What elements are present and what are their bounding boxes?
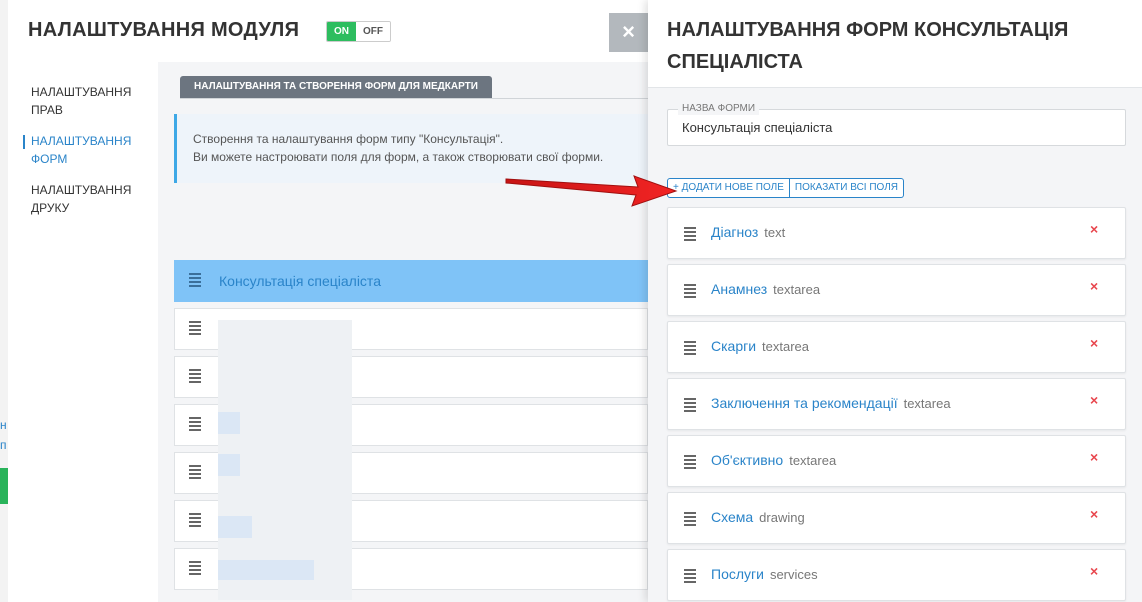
field-name[interactable]: Об'єктивно textarea	[711, 452, 836, 468]
show-all-fields-button[interactable]: ПОКАЗАТИ ВСІ ПОЛЯ	[789, 178, 904, 198]
module-on-off-toggle[interactable]: ON OFF	[326, 21, 391, 42]
drag-handle-icon[interactable]	[189, 513, 201, 529]
settings-side-nav: НАЛАШТУВАННЯ ПРАВ НАЛАШТУВАННЯ ФОРМ НАЛА…	[8, 62, 158, 602]
form-row-selected[interactable]: Консультація спеціаліста	[174, 260, 648, 302]
annotation-arrow-icon	[505, 175, 678, 207]
redacted-fragment	[218, 516, 252, 538]
form-name-field[interactable]: НАЗВА ФОРМИ	[667, 103, 1126, 146]
drag-handle-icon[interactable]	[189, 369, 201, 385]
redacted-fragment	[218, 412, 240, 434]
drag-handle-icon[interactable]	[189, 561, 201, 577]
drag-handle-icon[interactable]	[684, 398, 696, 412]
toggle-off[interactable]: OFF	[356, 22, 390, 41]
info-line-1: Створення та налаштування форм типу "Кон…	[193, 132, 504, 146]
module-title: НАЛАШТУВАННЯ МОДУЛЯ	[28, 19, 300, 41]
tab-divider	[180, 98, 648, 99]
form-row-label[interactable]: Консультація спеціаліста	[219, 273, 381, 289]
field-type: drawing	[759, 510, 805, 525]
field-name-text[interactable]: Послуги	[711, 566, 764, 582]
remove-field-icon[interactable]: ×	[1090, 563, 1098, 579]
drag-handle-icon[interactable]	[684, 512, 696, 526]
field-name[interactable]: Анамнез textarea	[711, 281, 820, 297]
module-header: НАЛАШТУВАННЯ МОДУЛЯ ON OFF ×	[8, 0, 648, 62]
field-type: textarea	[773, 282, 821, 297]
field-actions: + ДОДАТИ НОВЕ ПОЛЕ ПОКАЗАТИ ВСІ ПОЛЯ	[667, 178, 904, 198]
drag-handle-icon[interactable]	[684, 227, 696, 241]
drag-handle-icon[interactable]	[684, 341, 696, 355]
form-name-legend: НАЗВА ФОРМИ	[678, 103, 760, 115]
drag-handle-icon[interactable]	[189, 273, 201, 289]
module-settings-window: НАЛАШТУВАННЯ МОДУЛЯ ON OFF × НАЛАШТУВАНН…	[8, 0, 648, 602]
remove-field-icon[interactable]: ×	[1090, 221, 1098, 237]
add-field-button[interactable]: + ДОДАТИ НОВЕ ПОЛЕ	[667, 178, 790, 198]
remove-field-icon[interactable]: ×	[1090, 449, 1098, 465]
close-button[interactable]: ×	[609, 13, 648, 52]
redacted-form-names	[218, 320, 352, 600]
nav-item-forms[interactable]: НАЛАШТУВАННЯ ФОРМ	[23, 132, 151, 168]
field-row[interactable]: Скарги textarea ×	[667, 321, 1126, 373]
remove-field-icon[interactable]: ×	[1090, 506, 1098, 522]
field-name-text[interactable]: Діагноз	[711, 224, 758, 240]
close-icon: ×	[622, 19, 635, 44]
form-settings-drawer: НАЛАШТУВАННЯ ФОРМ КОНСУЛЬТАЦІЯ СПЕЦІАЛІС…	[648, 0, 1142, 602]
drag-handle-icon[interactable]	[189, 417, 201, 433]
remove-field-icon[interactable]: ×	[1090, 392, 1098, 408]
field-name-text[interactable]: Об'єктивно	[711, 452, 783, 468]
field-name[interactable]: Заключення та рекомендації textarea	[711, 395, 951, 411]
info-line-2: Ви можете настроювати поля для форм, а т…	[193, 150, 604, 164]
field-type: textarea	[762, 339, 810, 354]
drawer-header: НАЛАШТУВАННЯ ФОРМ КОНСУЛЬТАЦІЯ СПЕЦІАЛІС…	[648, 0, 1142, 88]
redacted-fragment	[218, 454, 240, 476]
forms-main-panel: НАЛАШТУВАННЯ ТА СТВОРЕННЯ ФОРМ ДЛЯ МЕДКА…	[158, 62, 648, 602]
field-name[interactable]: Діагноз text	[711, 224, 785, 240]
tab-medcard-forms[interactable]: НАЛАШТУВАННЯ ТА СТВОРЕННЯ ФОРМ ДЛЯ МЕДКА…	[180, 76, 492, 98]
field-type: services	[769, 567, 818, 582]
nav-item-rights[interactable]: НАЛАШТУВАННЯ ПРАВ	[31, 83, 151, 119]
field-type: textarea	[789, 453, 837, 468]
drag-handle-icon[interactable]	[684, 569, 696, 583]
field-name-text[interactable]: Скарги	[711, 338, 756, 354]
field-name[interactable]: Схема drawing	[711, 509, 805, 525]
field-type: textarea	[903, 396, 951, 411]
redacted-fragment	[218, 560, 314, 580]
field-name-text[interactable]: Схема	[711, 509, 753, 525]
remove-field-icon[interactable]: ×	[1090, 335, 1098, 351]
nav-item-print[interactable]: НАЛАШТУВАННЯ ДРУКУ	[31, 181, 151, 217]
drag-handle-icon[interactable]	[189, 321, 201, 337]
field-row[interactable]: Об'єктивно textarea ×	[667, 435, 1126, 487]
remove-field-icon[interactable]: ×	[1090, 278, 1098, 294]
drawer-title: НАЛАШТУВАННЯ ФОРМ КОНСУЛЬТАЦІЯ СПЕЦІАЛІС…	[667, 19, 1069, 73]
background-green-button-fragment	[0, 468, 8, 504]
field-type: text	[764, 225, 786, 240]
drag-handle-icon[interactable]	[684, 455, 696, 469]
field-row[interactable]: Схема drawing ×	[667, 492, 1126, 544]
field-row[interactable]: Діагноз text ×	[667, 207, 1126, 259]
field-name-text[interactable]: Анамнез	[711, 281, 767, 297]
field-row[interactable]: Заключення та рекомендації textarea ×	[667, 378, 1126, 430]
background-link-fragment: нп	[0, 418, 7, 452]
field-row[interactable]: Анамнез textarea ×	[667, 264, 1126, 316]
field-row[interactable]: Послуги services ×	[667, 549, 1126, 601]
drag-handle-icon[interactable]	[189, 465, 201, 481]
field-name[interactable]: Послуги services	[711, 566, 818, 582]
field-name[interactable]: Скарги textarea	[711, 338, 809, 354]
field-name-text[interactable]: Заключення та рекомендації	[711, 395, 898, 411]
form-name-input[interactable]	[682, 120, 1102, 135]
drag-handle-icon[interactable]	[684, 284, 696, 298]
toggle-on[interactable]: ON	[327, 22, 356, 41]
